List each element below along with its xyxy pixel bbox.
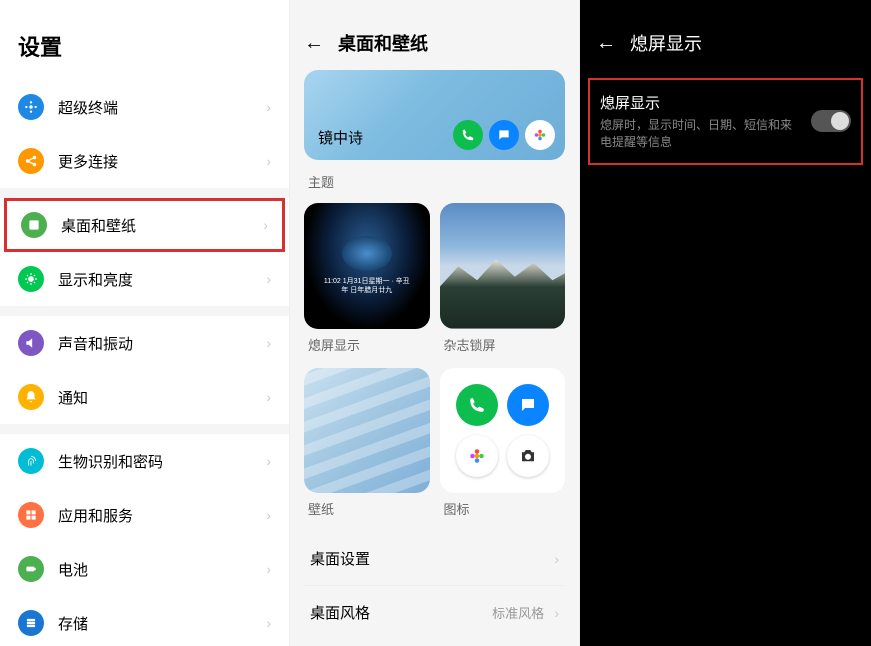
display-grid-labels2: 壁纸 图标 xyxy=(304,499,565,518)
aod-toggle-row[interactable]: 熄屏显示 熄屏时，显示时间、日期、短信和来电提醒等信息 xyxy=(588,78,863,165)
aod-toggle-title: 熄屏显示 xyxy=(600,92,801,113)
chevron-right-icon: › xyxy=(266,615,271,631)
theme-card-icons xyxy=(453,120,555,150)
item-label: 存储 xyxy=(58,613,266,634)
aod-toggle-text: 熄屏显示 熄屏时，显示时间、日期、短信和来电提醒等信息 xyxy=(600,92,801,151)
camera-icon xyxy=(507,435,549,477)
panel3-header: ← 熄屏显示 xyxy=(580,0,871,72)
item-label: 通知 xyxy=(58,387,266,408)
item-label: 更多连接 xyxy=(58,151,266,172)
aod-orb-icon xyxy=(342,236,392,271)
chevron-right-icon: › xyxy=(266,389,271,405)
theme-label: 主题 xyxy=(304,168,565,203)
fingerprint-icon xyxy=(18,448,44,474)
magazine-lock-card[interactable] xyxy=(440,203,566,329)
item-label: 桌面风格 xyxy=(310,602,370,623)
chevron-right-icon: › xyxy=(554,605,559,621)
settings-item-apps-services[interactable]: 应用和服务 › xyxy=(0,488,289,542)
desktop-style-item[interactable]: 桌面风格 标准风格 › xyxy=(304,586,565,639)
chevron-right-icon: › xyxy=(266,153,271,169)
item-value: 标准风格 xyxy=(492,606,544,621)
storage-icon xyxy=(18,610,44,636)
wallpaper-label: 壁纸 xyxy=(304,499,430,518)
panel2-title: 桌面和壁纸 xyxy=(338,30,428,56)
item-label: 电池 xyxy=(58,559,266,580)
settings-item-storage[interactable]: 存储 › xyxy=(0,596,289,646)
aod-panel: ← 熄屏显示 熄屏显示 熄屏时，显示时间、日期、短信和来电提醒等信息 xyxy=(580,0,871,646)
display-grid-row2 xyxy=(304,368,565,494)
display-grid-row1: 11:02 1月31日星期一 · 辛丑 年 日年腊月廿九 xyxy=(304,203,565,329)
battery-icon xyxy=(18,556,44,582)
item-label: 显示和亮度 xyxy=(58,269,266,290)
icon-label: 图标 xyxy=(440,499,566,518)
theme-card[interactable]: 镜中诗 xyxy=(304,70,565,160)
settings-item-home-wallpaper[interactable]: 桌面和壁纸 › xyxy=(4,198,285,252)
section-gap xyxy=(0,306,289,316)
icon-card[interactable] xyxy=(440,368,566,494)
desktop-settings-item[interactable]: 桌面设置 › xyxy=(304,532,565,586)
panel2-content: 镜中诗 主题 11:02 1月31日星期一 · 辛丑 年 日年腊月廿九 熄屏显示… xyxy=(290,70,579,639)
item-label: 应用和服务 xyxy=(58,505,266,526)
chevron-right-icon: › xyxy=(266,561,271,577)
aod-toggle-switch[interactable] xyxy=(811,110,851,132)
chevron-right-icon: › xyxy=(266,271,271,287)
aod-label: 熄屏显示 xyxy=(304,335,430,354)
phone-icon xyxy=(453,120,483,150)
settings-item-battery[interactable]: 电池 › xyxy=(0,542,289,596)
settings-item-biometrics-password[interactable]: 生物识别和密码 › xyxy=(0,434,289,488)
chevron-right-icon: › xyxy=(266,99,271,115)
item-label: 声音和振动 xyxy=(58,333,266,354)
sound-icon xyxy=(18,330,44,356)
settings-panel: 设置 超级终端 › 更多连接 › 桌面和壁纸 › 显示和亮度 › 声音和振动 › xyxy=(0,0,290,646)
panel2-header: ← 桌面和壁纸 xyxy=(290,0,579,70)
chevron-right-icon: › xyxy=(554,551,559,567)
wallpaper-card[interactable] xyxy=(304,368,430,494)
settings-item-notifications[interactable]: 通知 › xyxy=(0,370,289,424)
chevron-right-icon: › xyxy=(266,335,271,351)
aod-card[interactable]: 11:02 1月31日星期一 · 辛丑 年 日年腊月廿九 xyxy=(304,203,430,329)
bell-icon xyxy=(18,384,44,410)
aod-time2: 年 日年腊月廿九 xyxy=(341,286,392,295)
settings-item-more-connections[interactable]: 更多连接 › xyxy=(0,134,289,188)
item-label: 桌面和壁纸 xyxy=(61,215,263,236)
home-wallpaper-panel: ← 桌面和壁纸 镜中诗 主题 11:02 1月31日星期一 · 辛丑 年 日年腊… xyxy=(290,0,580,646)
settings-title: 设置 xyxy=(0,0,289,80)
lock-label: 杂志锁屏 xyxy=(440,335,566,354)
item-label: 超级终端 xyxy=(58,97,266,118)
theme-card-title: 镜中诗 xyxy=(318,127,363,148)
share-icon xyxy=(18,148,44,174)
settings-item-super-device[interactable]: 超级终端 › xyxy=(0,80,289,134)
network-icon xyxy=(18,94,44,120)
settings-item-display-brightness[interactable]: 显示和亮度 › xyxy=(0,252,289,306)
apps-icon xyxy=(18,502,44,528)
flower-icon xyxy=(456,435,498,477)
item-label: 生物识别和密码 xyxy=(58,451,266,472)
picture-icon xyxy=(21,212,47,238)
panel3-title: 熄屏显示 xyxy=(630,30,702,56)
display-grid-labels1: 熄屏显示 杂志锁屏 xyxy=(304,335,565,354)
phone-icon xyxy=(456,384,498,426)
back-button[interactable]: ← xyxy=(304,32,324,55)
chat-icon xyxy=(507,384,549,426)
settings-list: 超级终端 › 更多连接 › 桌面和壁纸 › 显示和亮度 › 声音和振动 › 通知 xyxy=(0,80,289,646)
brightness-icon xyxy=(18,266,44,292)
back-button[interactable]: ← xyxy=(596,32,616,55)
chat-icon xyxy=(489,120,519,150)
chevron-right-icon: › xyxy=(266,507,271,523)
flower-icon xyxy=(525,120,555,150)
section-gap xyxy=(0,188,289,198)
section-gap xyxy=(0,424,289,434)
aod-time: 11:02 1月31日星期一 · 辛丑 xyxy=(324,277,410,286)
aod-toggle-desc: 熄屏时，显示时间、日期、短信和来电提醒等信息 xyxy=(600,117,801,151)
chevron-right-icon: › xyxy=(266,453,271,469)
settings-item-sound-vibration[interactable]: 声音和振动 › xyxy=(0,316,289,370)
item-label: 桌面设置 xyxy=(310,548,370,569)
chevron-right-icon: › xyxy=(263,217,268,233)
